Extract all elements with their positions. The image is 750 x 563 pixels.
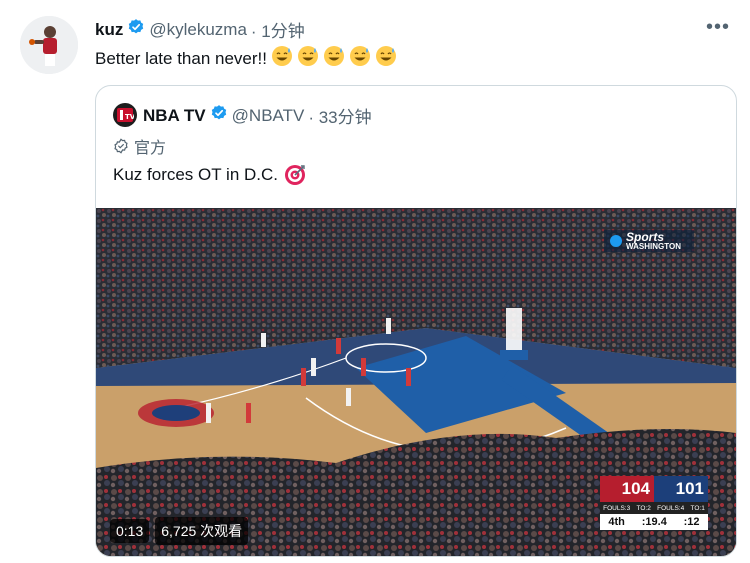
away-fouls: FOULS:4 [657,504,685,512]
tweet-time[interactable]: · 1分钟 [251,17,305,42]
official-label-row: 官方 [113,134,166,158]
official-label: 官方 [134,140,167,157]
quoted-tweet[interactable]: TV NBA TV @NBATV · 33分钟 官方 Kuz forces OT… [95,85,737,557]
shot-clock: :12 [683,516,700,528]
tweet-header: kuz @kylekuzma · 1分钟 [95,17,305,42]
away-score: 101 [654,476,708,502]
svg-text:TV: TV [125,113,134,121]
video-player[interactable]: Sports WASHINGTON 104 101 FOULS:3 TO:2 F… [96,208,736,556]
video-view-count: 6,725 次观看 [155,517,249,545]
quoted-text: Kuz forces OT in D.C. [113,165,279,184]
video-elapsed-time: 0:13 [110,519,150,543]
nbatv-logo-icon: TV [117,108,134,122]
target-emoji-icon [285,165,306,185]
author-name[interactable]: kuz [95,20,123,40]
quoted-text-row: Kuz forces OT in D.C. [113,164,306,186]
tweet-text-row: Better late than never!! [95,45,397,72]
author-handle[interactable]: @kylekuzma [149,20,247,40]
quoted-author-name[interactable]: NBA TV [143,106,206,126]
official-check-icon [114,138,128,154]
game-quarter: 4th [608,516,625,528]
broadcast-region: WASHINGTON [626,242,681,251]
away-timeouts: TO:1 [690,504,705,512]
author-avatar[interactable] [20,16,78,74]
sweat-smile-emoji-icon [298,46,318,66]
broadcast-network-name: Sports [626,230,665,244]
quoted-time[interactable]: · 33分钟 [308,103,371,128]
sweat-smile-emoji-icon [350,46,370,66]
sweat-smile-emoji-row [267,45,397,72]
sweat-smile-emoji-icon [272,46,292,66]
nbatv-avatar[interactable]: TV [113,103,137,127]
sweat-smile-emoji-icon [376,46,396,66]
more-options-icon[interactable]: ••• [706,16,730,39]
verified-badge-icon [210,104,228,127]
avatar-image [20,16,78,74]
tweet-text: Better late than never!! [95,48,267,68]
scoreboard: 104 101 FOULS:3 TO:2 FOULS:4 TO:1 4th :1… [600,476,708,530]
video-overlay-info: 0:13 6,725 次观看 [110,517,249,545]
broadcast-network: Sports WASHINGTON [626,230,681,252]
quoted-author-handle[interactable]: @NBATV [232,106,305,126]
home-timeouts: TO:2 [636,504,651,512]
quoted-header: NBA TV @NBATV · 33分钟 [143,103,372,128]
verified-badge-icon [127,18,145,41]
sweat-smile-emoji-icon [324,46,344,66]
game-clock: :19.4 [641,516,667,528]
home-fouls: FOULS:3 [603,504,631,512]
home-score: 104 [600,476,654,502]
